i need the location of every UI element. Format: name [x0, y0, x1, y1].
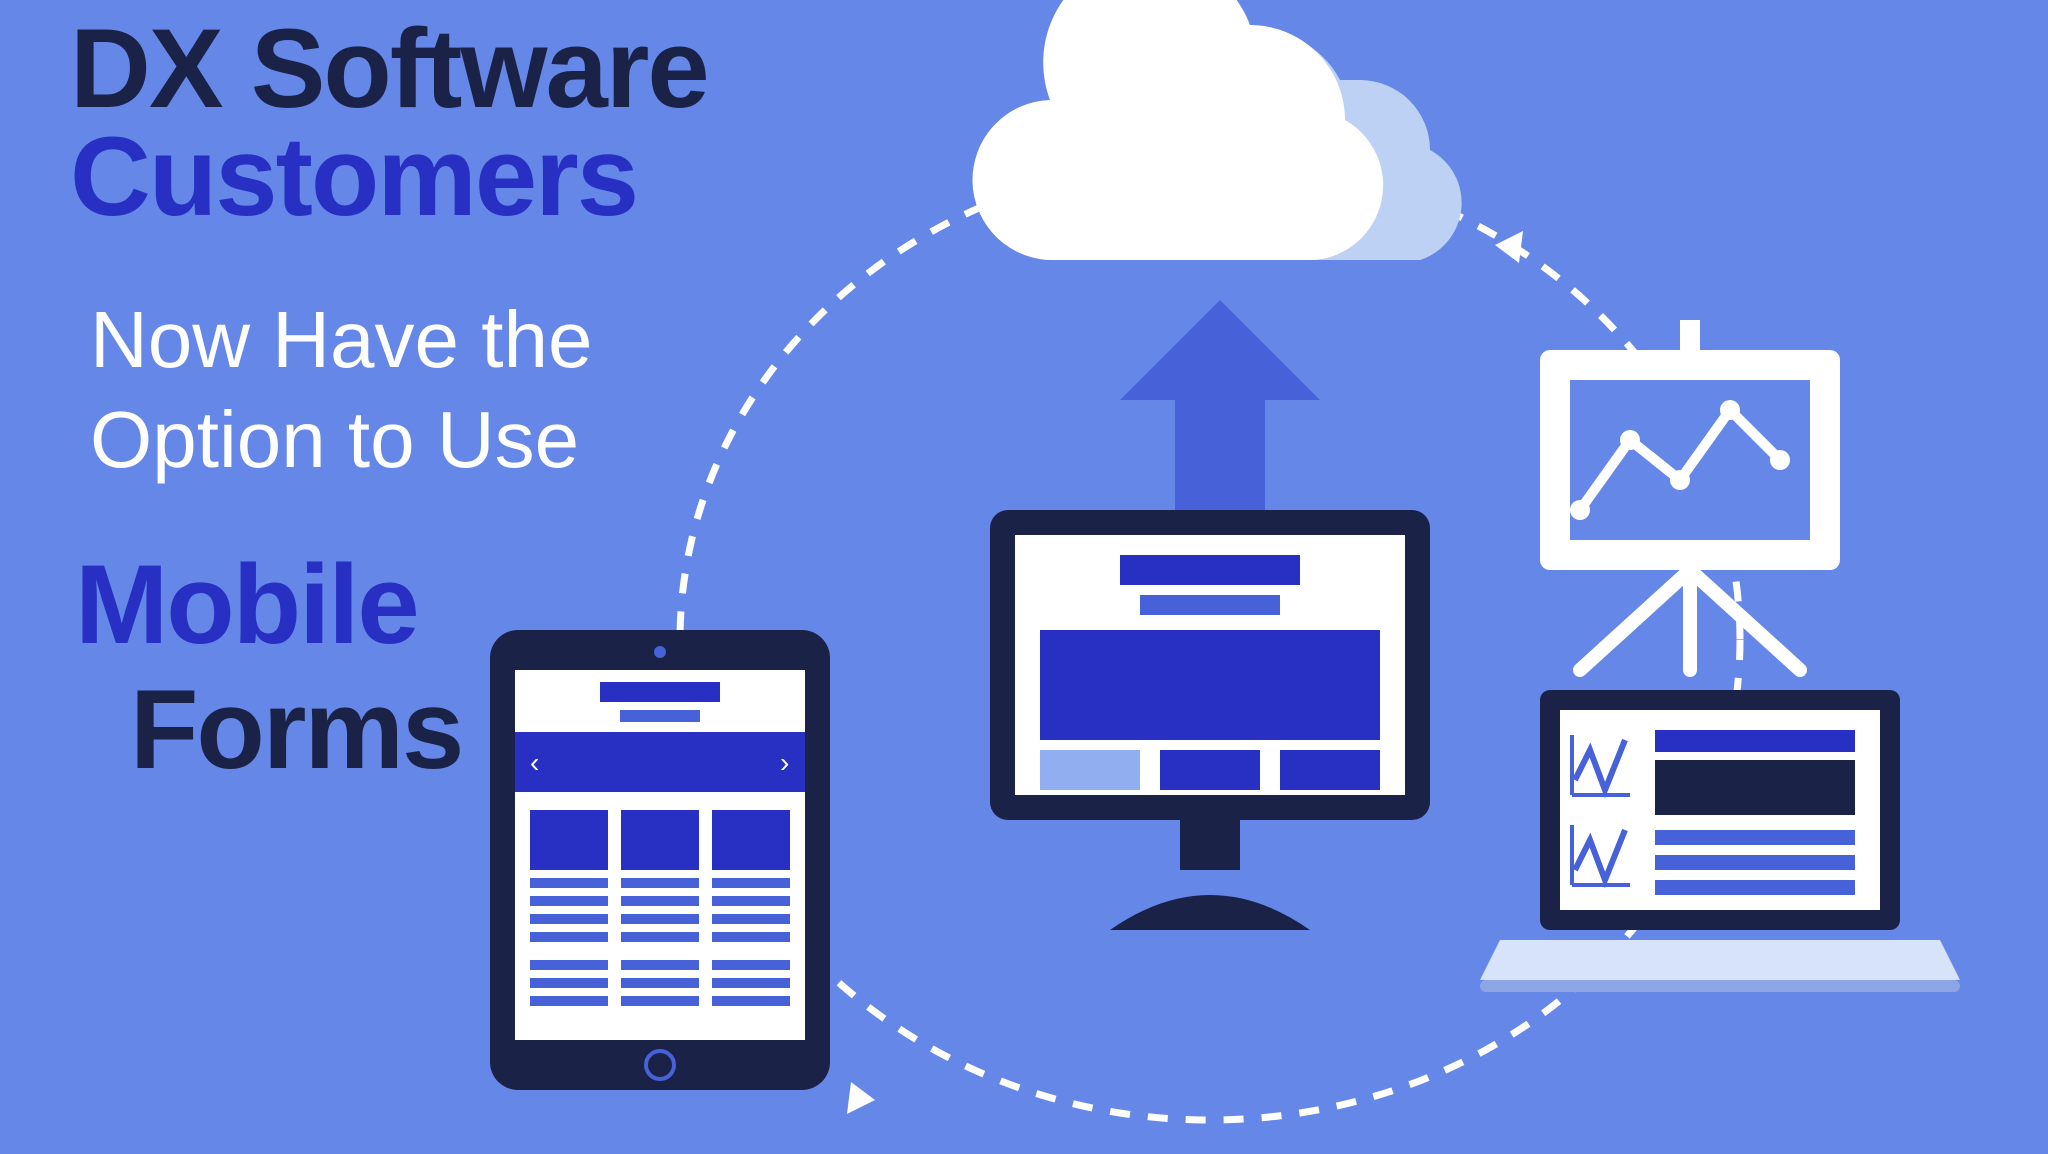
tablet-icon: ‹ › [480, 620, 840, 1100]
cta-forms: Forms [130, 665, 462, 794]
upload-arrow-icon [1120, 300, 1320, 520]
easel-chart-icon [1520, 320, 1860, 680]
cloud-icon [940, 0, 1500, 290]
svg-text:›: › [780, 747, 789, 778]
laptop-icon [1480, 680, 1960, 1000]
svg-text:‹: ‹ [530, 747, 539, 778]
illustration-group: ‹ › [420, 0, 2040, 1154]
desktop-monitor-icon [970, 500, 1450, 940]
cta-mobile: Mobile [75, 540, 418, 669]
